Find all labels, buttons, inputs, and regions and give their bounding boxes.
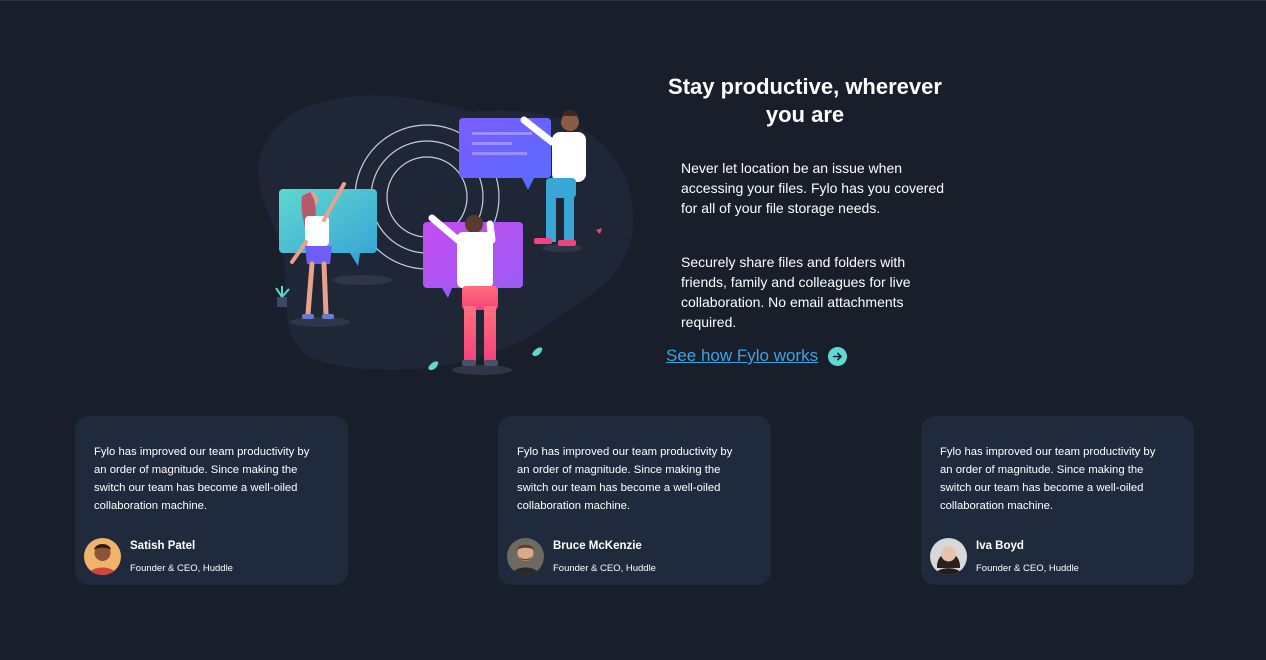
testimonial-role: Founder & CEO, Huddle [553, 563, 656, 574]
section-title: Stay productive, wherever you are [668, 74, 942, 127]
testimonial-name: Bruce McKenzie [553, 540, 642, 552]
testimonial-role: Founder & CEO, Huddle [130, 563, 233, 574]
description-location: Never let location be an issue when acce… [681, 160, 945, 216]
testimonial-card: Fylo has improved our team productivity … [921, 416, 1194, 585]
testimonial-name: Satish Patel [130, 540, 196, 552]
arrow-right-circle-icon [828, 346, 848, 366]
testimonial-quote: Fylo has improved our team productivity … [94, 446, 310, 512]
testimonial-card: Fylo has improved our team productivity … [75, 416, 348, 585]
productive-text: Stay productive, wherever you are Never … [655, 73, 955, 366]
testimonial-quote: Fylo has improved our team productivity … [517, 446, 733, 512]
testimonial-quote: Fylo has improved our team productivity … [940, 446, 1156, 512]
cta-label: See how Fylo works [666, 346, 819, 365]
collaboration-illustration [252, 92, 642, 382]
testimonial-name: Iva Boyd [976, 540, 1024, 552]
description-sharing: Securely share files and folders with fr… [681, 254, 911, 330]
avatar [930, 538, 967, 575]
testimonial-role: Founder & CEO, Huddle [976, 563, 1079, 574]
productive-section: Stay productive, wherever you are Never … [0, 0, 1266, 660]
testimonial-card: Fylo has improved our team productivity … [498, 416, 771, 585]
see-how-fylo-works-link[interactable]: See how Fylo works [666, 346, 848, 366]
avatar [507, 538, 544, 575]
avatar [84, 538, 121, 575]
